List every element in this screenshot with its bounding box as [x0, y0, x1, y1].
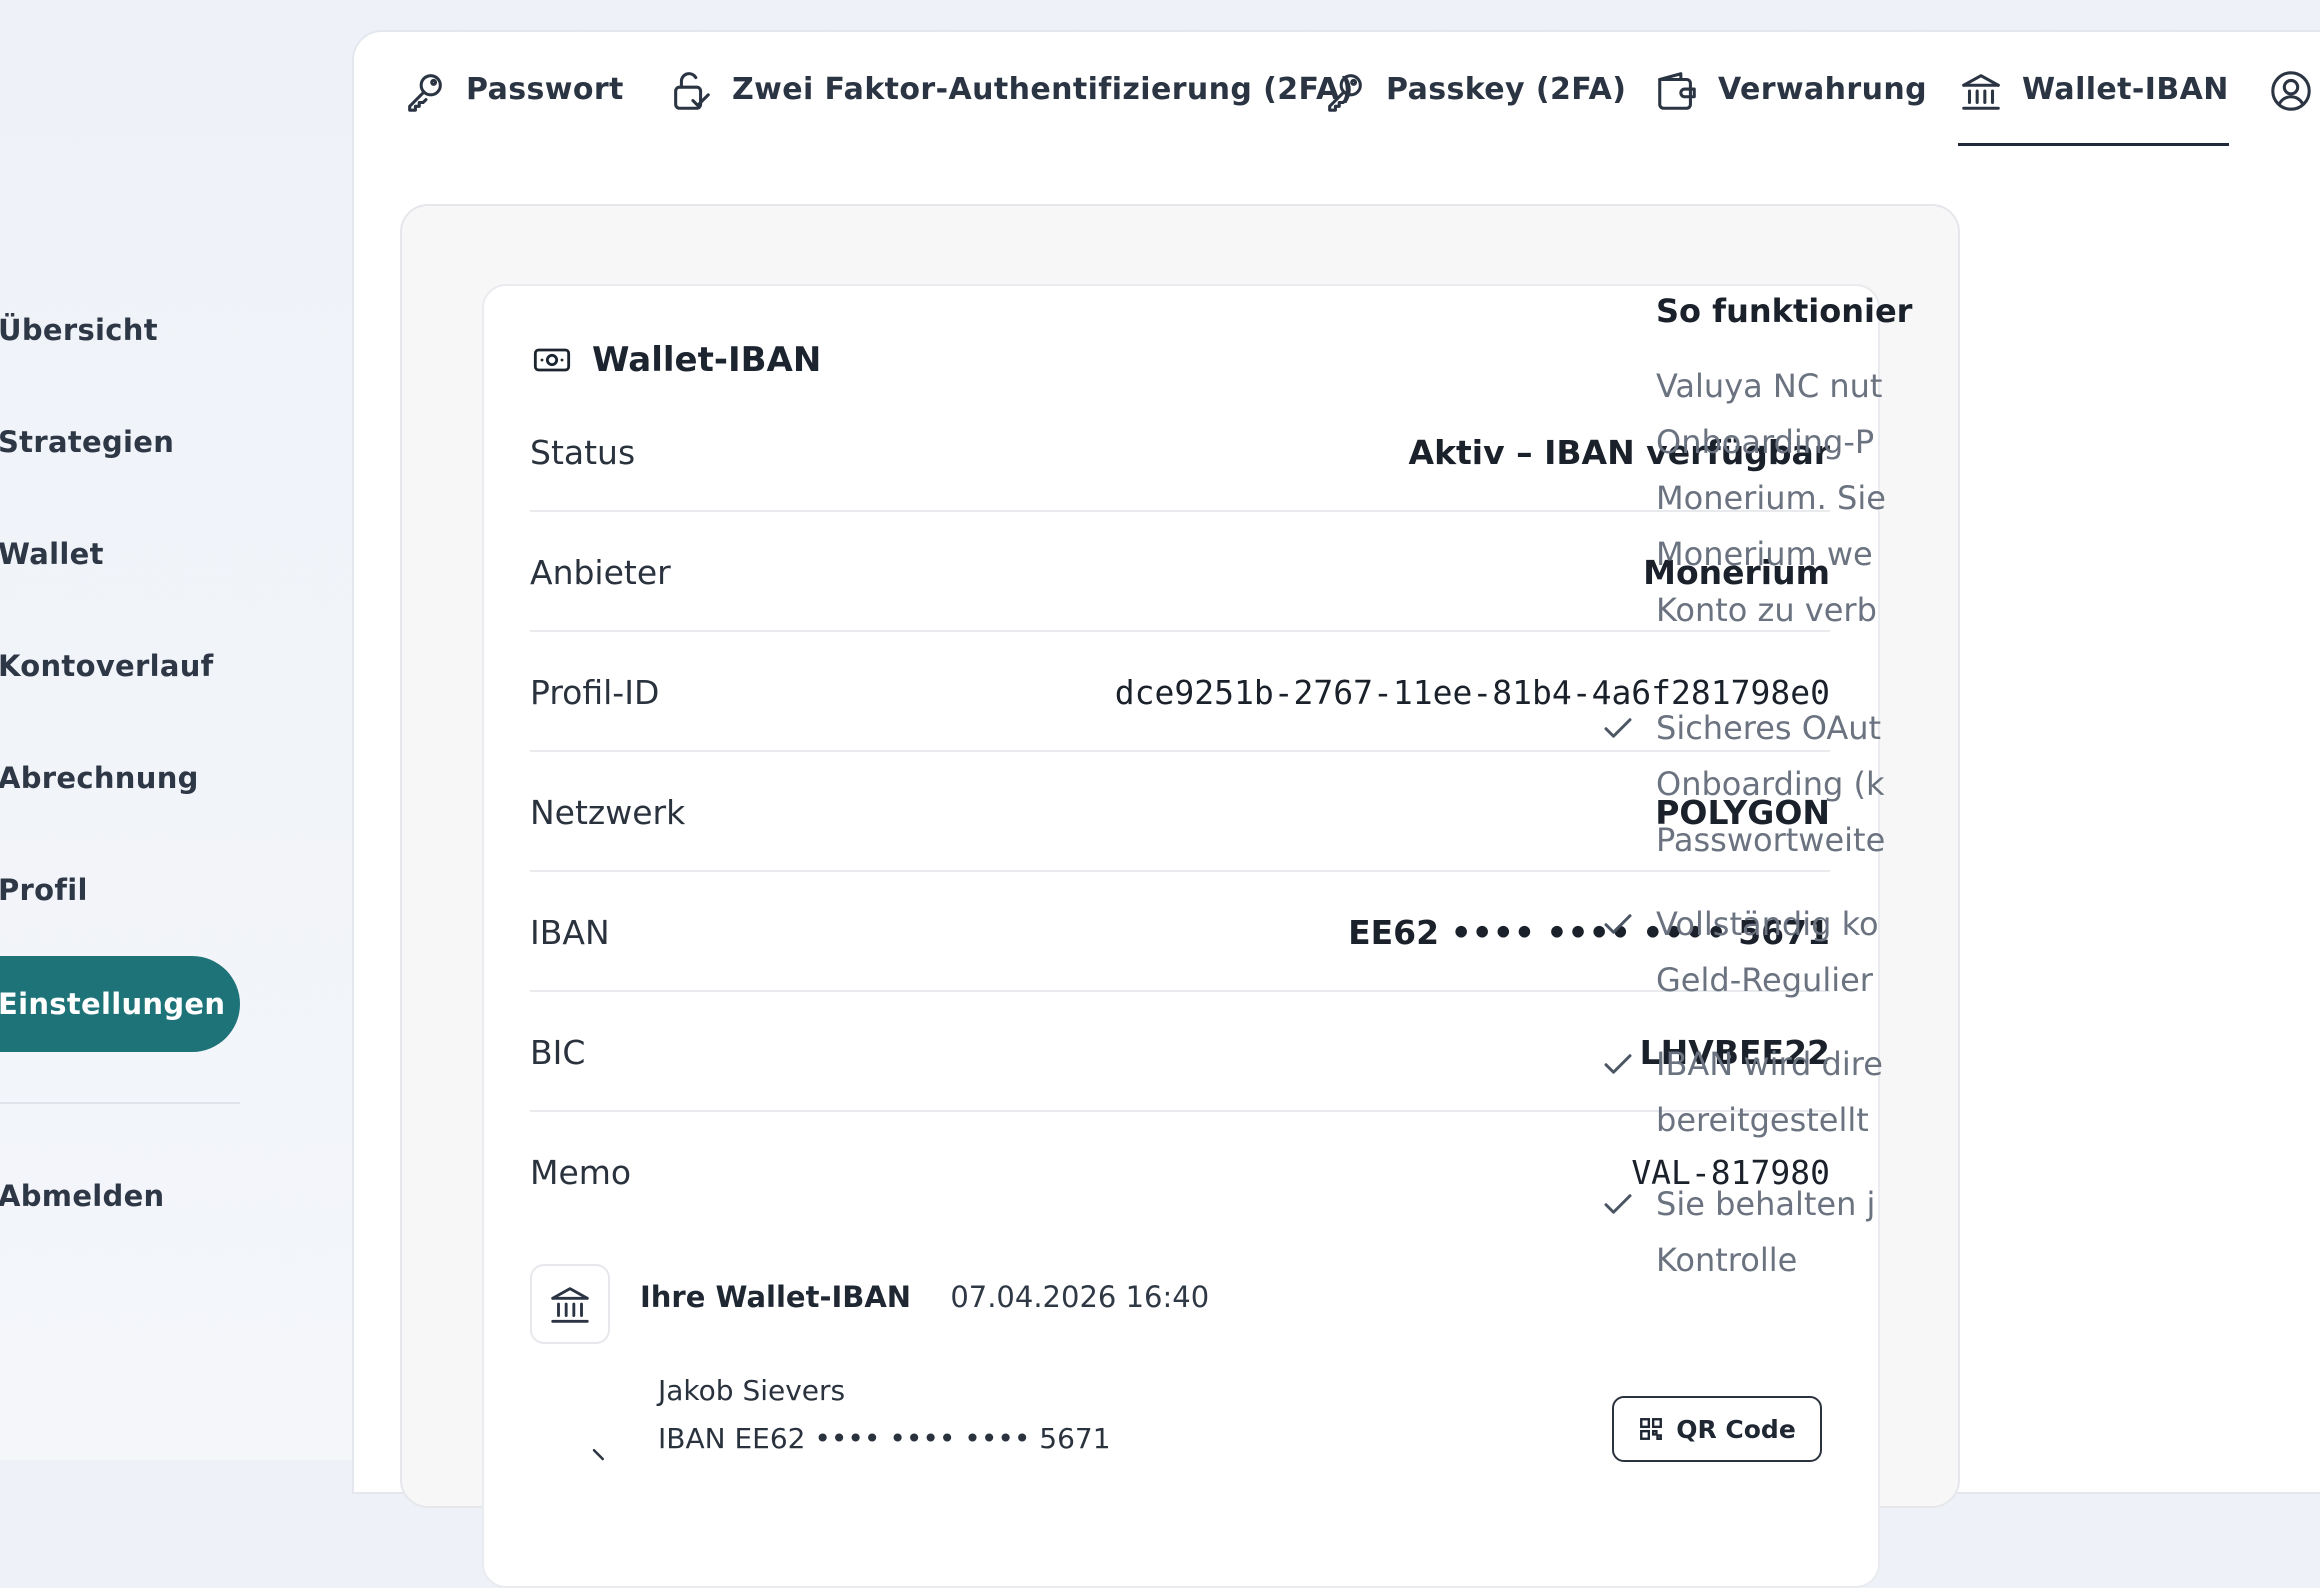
chevron-right-icon[interactable]: [584, 1444, 614, 1474]
sidebar-item-label: Strategien: [0, 425, 175, 459]
sidebar-divider: [0, 1102, 240, 1104]
main-panel: Passwort Zwei Faktor-Authentifizierung (…: [352, 30, 2320, 1588]
sidebar-item-label: Kontoverlauf: [0, 649, 214, 683]
row-label: Status: [530, 433, 636, 472]
sidebar-item-strategien[interactable]: Strategien: [0, 394, 240, 490]
settings-tabs: Passwort Zwei Faktor-Authentifizierung (…: [354, 32, 2320, 148]
iban-block-title: Ihre Wallet-IBAN: [640, 1280, 912, 1314]
tab-passwort[interactable]: Passwort: [402, 68, 624, 146]
tab-label: Zwei Faktor-Authentifizierung (2FA): [732, 72, 1354, 107]
check-icon: [1604, 914, 1632, 934]
wallet-icon: [1658, 72, 1696, 110]
bank-icon: [1962, 74, 2000, 110]
tab-verwahrung[interactable]: Verwahrung: [1654, 68, 1927, 146]
info-bullet-line: Geld-Regulier: [1656, 961, 1873, 999]
row-label: IBAN: [530, 913, 610, 952]
tab-2fa[interactable]: Zwei Faktor-Authentifizierung (2FA): [668, 68, 1354, 146]
tab-wallet-iban[interactable]: Wallet-IBAN: [1958, 68, 2229, 146]
info-text-line: Monerium. Sie: [1656, 479, 1886, 517]
sidebar-item-label: Abrechnung: [0, 761, 199, 795]
qr-code-label: QR Code: [1676, 1414, 1796, 1444]
check-icon: [1604, 1054, 1632, 1074]
sidebar-item-einstellungen[interactable]: Einstellungen: [0, 956, 240, 1052]
iban-block-date: 07.04.2026 16:40: [950, 1280, 1210, 1314]
lock-check-icon: [674, 72, 710, 110]
tab-profile[interactable]: [2268, 68, 2320, 146]
bank-icon: [551, 1287, 589, 1323]
how-it-works-text: Valuya NC nut Onboarding-P Monerium. Sie…: [1656, 358, 1886, 638]
tab-label: Wallet-IBAN: [2022, 72, 2229, 107]
how-it-works-title: So funktionier: [1656, 292, 1913, 330]
info-bullet-line: IBAN wird dire: [1656, 1045, 1883, 1083]
sidebar-item-wallet[interactable]: Wallet: [0, 506, 240, 602]
key-icon: [408, 74, 442, 112]
info-text-line: Onboarding-P: [1656, 423, 1875, 461]
banknote-icon: [533, 348, 571, 372]
logout-label: Abmelden: [0, 1179, 165, 1213]
sidebar: Übersicht Strategien Wallet Kontoverlauf…: [0, 0, 340, 1460]
row-label: Memo: [530, 1153, 632, 1192]
qr-code-icon: [1640, 1418, 1663, 1440]
iban-bank-icon-box: [530, 1264, 610, 1344]
info-bullet-line: Kontrolle: [1656, 1241, 1798, 1279]
row-label: BIC: [530, 1033, 586, 1072]
info-bullet-line: Sicheres OAut: [1656, 709, 1882, 747]
info-text-line: Monerium we: [1656, 535, 1873, 573]
sidebar-item-label: Übersicht: [0, 313, 158, 347]
info-bullet-line: Passwortweite: [1656, 821, 1886, 859]
tab-passkey[interactable]: Passkey (2FA): [1322, 68, 1626, 146]
tab-label: Passkey (2FA): [1386, 72, 1627, 107]
qr-code-button[interactable]: QR Code: [1612, 1396, 1822, 1462]
detail-row-status: Status Aktiv – IBAN verfügbar: [530, 394, 1830, 512]
row-label: Netzwerk: [530, 793, 686, 832]
account-holder-name: Jakob Sievers: [658, 1374, 846, 1407]
iban-block-header: Ihre Wallet-IBAN 07.04.2026 16:40: [640, 1280, 1209, 1314]
tab-label: Passwort: [466, 72, 624, 107]
detail-row-netzwerk: Netzwerk POLYGON: [530, 754, 1830, 872]
key-icon: [1328, 74, 1362, 112]
row-label: Anbieter: [530, 553, 671, 592]
logout-button[interactable]: Abmelden: [0, 1148, 240, 1244]
sidebar-item-label: Profil: [0, 873, 88, 907]
sidebar-item-kontoverlauf[interactable]: Kontoverlauf: [0, 618, 240, 714]
sidebar-item-label: Einstellungen: [0, 987, 226, 1021]
info-bullet-line: Onboarding (k: [1656, 765, 1885, 803]
iban-line: IBAN EE62 •••• •••• •••• 5671: [658, 1422, 1111, 1455]
tab-label: Verwahrung: [1718, 72, 1928, 107]
info-bullet-line: bereitgestellt: [1656, 1101, 1869, 1139]
info-bullet-line: Sie behalten j: [1656, 1185, 1876, 1223]
detail-row-anbieter: Anbieter Monerium: [530, 514, 1830, 632]
row-label: Profil-ID: [530, 673, 660, 712]
check-icon: [1604, 718, 1632, 738]
sidebar-item-uebersicht[interactable]: Übersicht: [0, 282, 240, 378]
user-circle-icon: [2271, 71, 2311, 111]
sidebar-item-abrechnung[interactable]: Abrechnung: [0, 730, 240, 826]
sidebar-item-profil[interactable]: Profil: [0, 842, 240, 938]
info-bullet-line: Vollständig ko: [1656, 905, 1879, 943]
info-text-line: Valuya NC nut: [1656, 367, 1883, 405]
sidebar-item-label: Wallet: [0, 537, 104, 571]
card-title-text: Wallet-IBAN: [592, 340, 822, 380]
card-title: Wallet-IBAN: [532, 340, 821, 380]
check-icon: [1604, 1194, 1632, 1214]
info-text-line: Konto zu verb: [1656, 591, 1877, 629]
